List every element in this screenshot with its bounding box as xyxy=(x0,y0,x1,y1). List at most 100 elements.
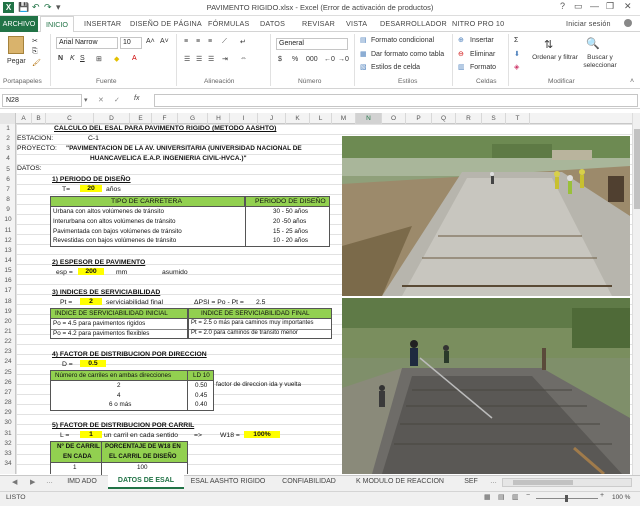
row-header-19[interactable]: 19 xyxy=(0,308,16,318)
name-box-dropdown-icon[interactable]: ▾ xyxy=(84,96,88,104)
align-bottom-icon[interactable]: ≡ xyxy=(208,38,212,45)
column-header-a[interactable]: A xyxy=(16,113,32,124)
row-header-9[interactable]: 9 xyxy=(0,206,16,216)
font-size-box[interactable]: 10 xyxy=(120,37,142,49)
name-box[interactable]: N28 xyxy=(2,94,82,107)
row-header-2[interactable]: 2 xyxy=(0,135,16,145)
underline-icon[interactable]: S xyxy=(80,55,85,62)
vertical-scroll-thumb[interactable] xyxy=(634,129,640,209)
sheet-tab-sef[interactable]: SEF xyxy=(456,475,486,490)
column-header-h[interactable]: H xyxy=(208,113,230,124)
table-format-button[interactable]: Dar formato como tabla xyxy=(371,51,444,58)
d-value[interactable]: 0.5 xyxy=(80,360,106,367)
row-header-28[interactable]: 28 xyxy=(0,399,16,409)
column-header-d[interactable]: D xyxy=(94,113,130,124)
page-layout-view-icon[interactable]: ▤ xyxy=(498,493,505,501)
zoom-out-icon[interactable]: − xyxy=(526,492,530,499)
cancel-icon[interactable]: ✕ xyxy=(98,96,104,104)
sheet-more-right-icon[interactable]: … xyxy=(490,478,497,485)
row-header-32[interactable]: 32 xyxy=(0,440,16,450)
insert-cells-button[interactable]: Insertar xyxy=(470,37,494,44)
copy-icon[interactable]: ⎘ xyxy=(32,48,38,56)
collapse-ribbon-icon[interactable]: ˄ xyxy=(630,78,634,85)
column-header-c[interactable]: C xyxy=(46,113,94,124)
sort-filter-icon[interactable]: ⇅ xyxy=(544,38,553,51)
row-header-11[interactable]: 11 xyxy=(0,227,16,237)
borders-icon[interactable]: ⊞ xyxy=(96,55,102,63)
insert-function-icon[interactable]: fx xyxy=(134,95,139,102)
select-all-corner[interactable] xyxy=(0,113,16,124)
row-header-20[interactable]: 20 xyxy=(0,318,16,328)
row-header-16[interactable]: 16 xyxy=(0,277,16,287)
row-header-24[interactable]: 24 xyxy=(0,358,16,368)
tab-insertar[interactable]: INSERTAR xyxy=(84,19,121,28)
row-header-3[interactable]: 3 xyxy=(0,145,16,155)
indent-icon[interactable]: ⇥ xyxy=(222,55,228,63)
row-header-4[interactable]: 4 xyxy=(0,155,16,165)
format-painter-icon[interactable]: 🖌 xyxy=(32,59,41,67)
zoom-slider-thumb[interactable] xyxy=(565,495,568,502)
row-header-1[interactable]: 1 xyxy=(0,125,16,135)
column-header-s[interactable]: S xyxy=(482,113,506,124)
row-header-26[interactable]: 26 xyxy=(0,379,16,389)
paving-photo-1[interactable] xyxy=(342,136,630,296)
sheet-tab-imd[interactable]: IMD ADO xyxy=(56,475,108,490)
row-header-18[interactable]: 18 xyxy=(0,298,16,308)
row-header-21[interactable]: 21 xyxy=(0,328,16,338)
format-cells-icon[interactable]: ▥ xyxy=(458,63,465,71)
sort-filter-button[interactable]: Ordenar y filtrar xyxy=(530,54,580,62)
minimize-icon[interactable]: — xyxy=(590,1,599,11)
zoom-level[interactable]: 100 % xyxy=(612,494,630,501)
format-cells-button[interactable]: Formato xyxy=(470,64,496,71)
align-left-icon[interactable]: ☰ xyxy=(184,55,190,63)
grow-font-icon[interactable]: A˄ xyxy=(146,38,155,45)
t-value[interactable]: 20 xyxy=(80,185,102,192)
fill-color-icon[interactable]: ◆ xyxy=(114,55,119,63)
column-header-g[interactable]: G xyxy=(178,113,208,124)
row-header-17[interactable]: 17 xyxy=(0,287,16,297)
column-header-q[interactable]: Q xyxy=(432,113,456,124)
insert-cells-icon[interactable]: ⊕ xyxy=(458,36,464,44)
column-header-b[interactable]: B xyxy=(32,113,46,124)
account-icon[interactable] xyxy=(624,19,632,27)
column-header-j[interactable]: J xyxy=(258,113,286,124)
italic-icon[interactable]: K xyxy=(70,55,75,62)
column-header-p[interactable]: P xyxy=(406,113,432,124)
row-header-14[interactable]: 14 xyxy=(0,257,16,267)
fill-icon[interactable]: ⬇ xyxy=(514,50,520,58)
paste-button[interactable]: Pegar xyxy=(7,58,26,65)
align-middle-icon[interactable]: ≡ xyxy=(196,38,200,45)
column-header-l[interactable]: L xyxy=(310,113,332,124)
zoom-in-icon[interactable]: + xyxy=(600,492,604,499)
shrink-font-icon[interactable]: A˅ xyxy=(160,38,169,45)
table-format-icon[interactable]: ▦ xyxy=(360,50,367,58)
page-break-view-icon[interactable]: ▥ xyxy=(512,493,519,501)
pt-value[interactable]: 2 xyxy=(80,298,102,305)
currency-icon[interactable]: $ xyxy=(278,56,282,63)
cell-styles-button[interactable]: Estilos de celda xyxy=(371,64,420,71)
tab-nitro[interactable]: NITRO PRO 10 xyxy=(452,19,504,28)
row-header-10[interactable]: 10 xyxy=(0,216,16,226)
tab-datos[interactable]: DATOS xyxy=(260,19,285,28)
tab-formulas[interactable]: FÓRMULAS xyxy=(208,19,250,28)
formula-input[interactable] xyxy=(154,94,638,107)
tab-revisar[interactable]: REVISAR xyxy=(302,19,335,28)
thousands-icon[interactable]: 000 xyxy=(306,56,318,63)
tab-vista[interactable]: VISTA xyxy=(346,19,367,28)
row-header-22[interactable]: 22 xyxy=(0,338,16,348)
esp-value[interactable]: 200 xyxy=(78,268,104,275)
tab-inicio[interactable]: INICIO xyxy=(40,16,74,33)
row-header-31[interactable]: 31 xyxy=(0,430,16,440)
cond-format-button[interactable]: Formato condicional xyxy=(371,37,434,44)
sign-in-link[interactable]: Iniciar sesión xyxy=(566,19,611,28)
row-header-27[interactable]: 27 xyxy=(0,389,16,399)
tab-file[interactable]: ARCHIVO xyxy=(0,16,38,32)
horizontal-scroll-thumb[interactable] xyxy=(513,480,573,485)
row-header-13[interactable]: 13 xyxy=(0,247,16,257)
increase-decimal-icon[interactable]: ←0 xyxy=(324,56,335,63)
vertical-scrollbar[interactable] xyxy=(632,113,640,475)
delete-cells-icon[interactable]: ⊖ xyxy=(458,50,464,58)
tab-diseno-pagina[interactable]: DISEÑO DE PÁGINA xyxy=(130,19,202,28)
prev-sheet-icon[interactable]: ◀ xyxy=(12,478,17,486)
column-header-t[interactable]: T xyxy=(506,113,530,124)
